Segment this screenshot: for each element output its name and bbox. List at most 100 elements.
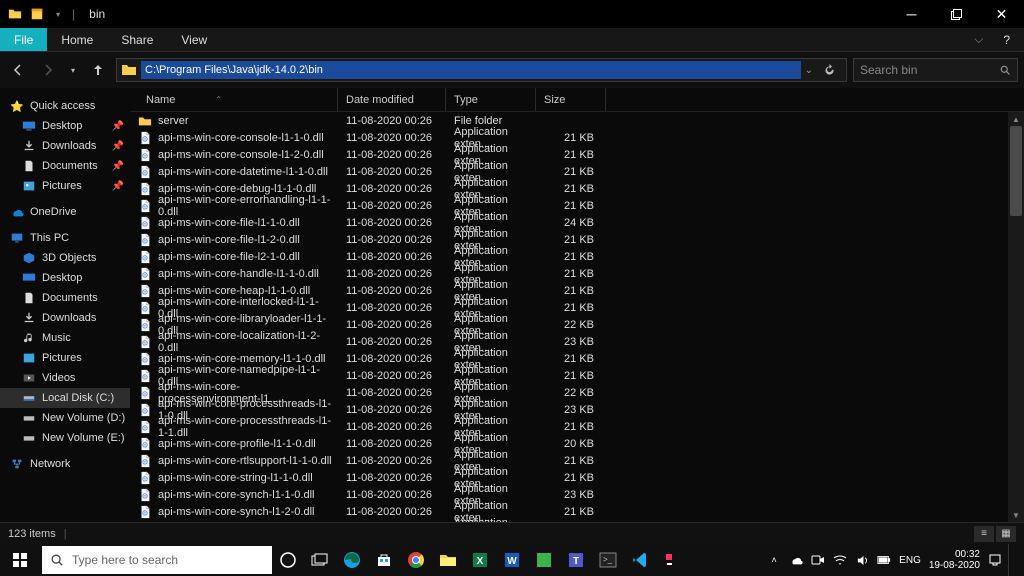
scrollbar[interactable]: ▲ ▼ (1008, 112, 1024, 522)
chevron-down-icon[interactable]: ⌄ (801, 65, 817, 76)
sidebar-volume-e[interactable]: New Volume (E:) (0, 428, 130, 448)
tray-clock[interactable]: 00:32 19-08-2020 (929, 549, 980, 571)
file-row[interactable]: api-ms-win-core-file-l2-1-0.dll11-08-202… (130, 248, 1024, 265)
taskbar-search[interactable]: Type here to search (42, 546, 272, 574)
close-button[interactable]: ✕ (979, 0, 1024, 28)
tab-home[interactable]: Home (47, 28, 107, 51)
file-date: 11-08-2020 00:26 (338, 217, 446, 229)
view-details-icon[interactable]: ≡ (974, 526, 994, 542)
scroll-down-icon[interactable]: ▼ (1008, 508, 1024, 522)
task-view-icon[interactable] (304, 544, 336, 576)
store-icon[interactable] (368, 544, 400, 576)
file-row[interactable]: api-ms-win-core-localization-l1-2-0.dll1… (130, 333, 1024, 350)
file-row[interactable]: api-ms-win-core-console-l1-2-0.dll11-08-… (130, 146, 1024, 163)
vscode-icon[interactable] (624, 544, 656, 576)
up-button[interactable] (86, 58, 110, 82)
app-icon[interactable] (528, 544, 560, 576)
scroll-thumb[interactable] (1010, 126, 1022, 216)
sidebar-this-pc[interactable]: This PC (0, 228, 130, 248)
qa-dropdown-icon[interactable]: ▾ (52, 10, 60, 19)
show-desktop[interactable] (1008, 544, 1024, 576)
tab-view[interactable]: View (167, 28, 221, 51)
file-row[interactable]: api-ms-win-core-handle-l1-1-0.dll11-08-2… (130, 265, 1024, 282)
address-input[interactable] (141, 61, 801, 79)
file-row[interactable]: api-ms-win-core-file-l1-1-0.dll11-08-202… (130, 214, 1024, 231)
notifications-icon[interactable] (988, 553, 1002, 567)
col-type[interactable]: Type (446, 88, 536, 111)
sidebar-downloads[interactable]: Downloads (0, 308, 130, 328)
maximize-button[interactable] (934, 0, 979, 28)
sidebar-pictures[interactable]: Pictures (0, 348, 130, 368)
word-icon[interactable]: W (496, 544, 528, 576)
col-date[interactable]: Date modified (338, 88, 446, 111)
search-box[interactable]: Search bin (853, 58, 1018, 82)
file-row[interactable]: api-ms-win-core-synch-l1-1-0.dll11-08-20… (130, 486, 1024, 503)
col-name[interactable]: Name⌃ (138, 88, 338, 111)
sidebar-desktop[interactable]: Desktop (0, 268, 130, 288)
file-row[interactable]: api-ms-win-core-string-l1-1-0.dll11-08-2… (130, 469, 1024, 486)
file-row[interactable]: api-ms-win-core-rtlsupport-l1-1-0.dll11-… (130, 452, 1024, 469)
sidebar-videos[interactable]: Videos (0, 368, 130, 388)
scroll-up-icon[interactable]: ▲ (1008, 112, 1024, 126)
file-row[interactable]: api-ms-win-core-processthreads-l1-1-1.dl… (130, 418, 1024, 435)
ribbon: File Home Share View ⌵ ? (0, 28, 1024, 52)
start-button[interactable] (0, 544, 40, 576)
file-name: api-ms-win-core-console-l1-2-0.dll (158, 149, 324, 161)
edge-icon[interactable] (336, 544, 368, 576)
file-row[interactable]: api-ms-win-core-synch-l1-2-0.dll11-08-20… (130, 503, 1024, 520)
teams-icon[interactable]: T (560, 544, 592, 576)
sidebar-documents[interactable]: Documents (0, 288, 130, 308)
tray-overflow-icon[interactable]: ˄ (767, 555, 781, 565)
file-name: api-ms-win-core-handle-l1-1-0.dll (158, 268, 319, 280)
ribbon-expand-icon[interactable]: ⌵ (968, 28, 989, 51)
sidebar-music[interactable]: Music (0, 328, 130, 348)
recent-dropdown-icon[interactable]: ▾ (66, 58, 80, 82)
file-row[interactable]: api-ms-win-core-file-l1-2-0.dll11-08-202… (130, 231, 1024, 248)
excel-icon[interactable]: X (464, 544, 496, 576)
file-row[interactable]: api-ms-win-core-errorhandling-l1-1-0.dll… (130, 197, 1024, 214)
view-icons-icon[interactable]: ▦ (996, 526, 1016, 542)
sidebar-quick-access[interactable]: ⭐Quick access (0, 96, 130, 116)
dll-icon (138, 420, 152, 434)
file-row[interactable]: server11-08-2020 00:26File folder (130, 112, 1024, 129)
help-icon[interactable]: ? (989, 28, 1024, 51)
file-date: 11-08-2020 00:26 (338, 370, 446, 382)
cortana-icon[interactable] (272, 544, 304, 576)
back-button[interactable] (6, 58, 30, 82)
meet-now-icon[interactable] (811, 554, 825, 566)
sidebar-local-disk-c[interactable]: Local Disk (C:) (0, 388, 130, 408)
file-size: 21 KB (536, 353, 606, 365)
tab-file[interactable]: File (0, 28, 47, 51)
address-bar[interactable]: ⌄ (116, 58, 847, 82)
file-size: 20 KB (536, 438, 606, 450)
explorer-icon[interactable] (432, 544, 464, 576)
minimize-button[interactable]: ─ (889, 0, 934, 28)
intellij-icon[interactable] (656, 544, 688, 576)
tab-share[interactable]: Share (107, 28, 167, 51)
sidebar-onedrive[interactable]: OneDrive (0, 202, 130, 222)
cmd-icon[interactable]: >_ (592, 544, 624, 576)
sidebar-3d-objects[interactable]: 3D Objects (0, 248, 130, 268)
file-row[interactable]: api-ms-win-core-profile-l1-1-0.dll11-08-… (130, 435, 1024, 452)
volume-icon[interactable] (855, 554, 869, 567)
file-date: 11-08-2020 00:26 (338, 319, 446, 331)
refresh-icon[interactable] (817, 64, 842, 77)
forward-button[interactable] (36, 58, 60, 82)
battery-icon[interactable] (877, 555, 891, 565)
sidebar-desktop[interactable]: Desktop📌 (0, 116, 130, 136)
sidebar-volume-d[interactable]: New Volume (D:) (0, 408, 130, 428)
file-row[interactable]: api-ms-win-core-console-l1-1-0.dll11-08-… (130, 129, 1024, 146)
sidebar-documents[interactable]: Documents📌 (0, 156, 130, 176)
onedrive-tray-icon[interactable] (789, 553, 803, 567)
sidebar-pictures[interactable]: Pictures📌 (0, 176, 130, 196)
sidebar-downloads[interactable]: Downloads📌 (0, 136, 130, 156)
col-size[interactable]: Size (536, 88, 606, 111)
chrome-icon[interactable] (400, 544, 432, 576)
tray-lang[interactable]: ENG (899, 555, 921, 566)
file-row[interactable]: api-ms-win-core-datetime-l1-1-0.dll11-08… (130, 163, 1024, 180)
file-row[interactable]: api-ms-win-core-sysinfo-l1-1-0.dll11-08-… (130, 520, 1024, 522)
pin-icon: 📌 (112, 121, 130, 132)
file-list[interactable]: server11-08-2020 00:26File folderapi-ms-… (130, 112, 1024, 522)
wifi-icon[interactable] (833, 554, 847, 566)
sidebar-network[interactable]: Network (0, 454, 130, 474)
